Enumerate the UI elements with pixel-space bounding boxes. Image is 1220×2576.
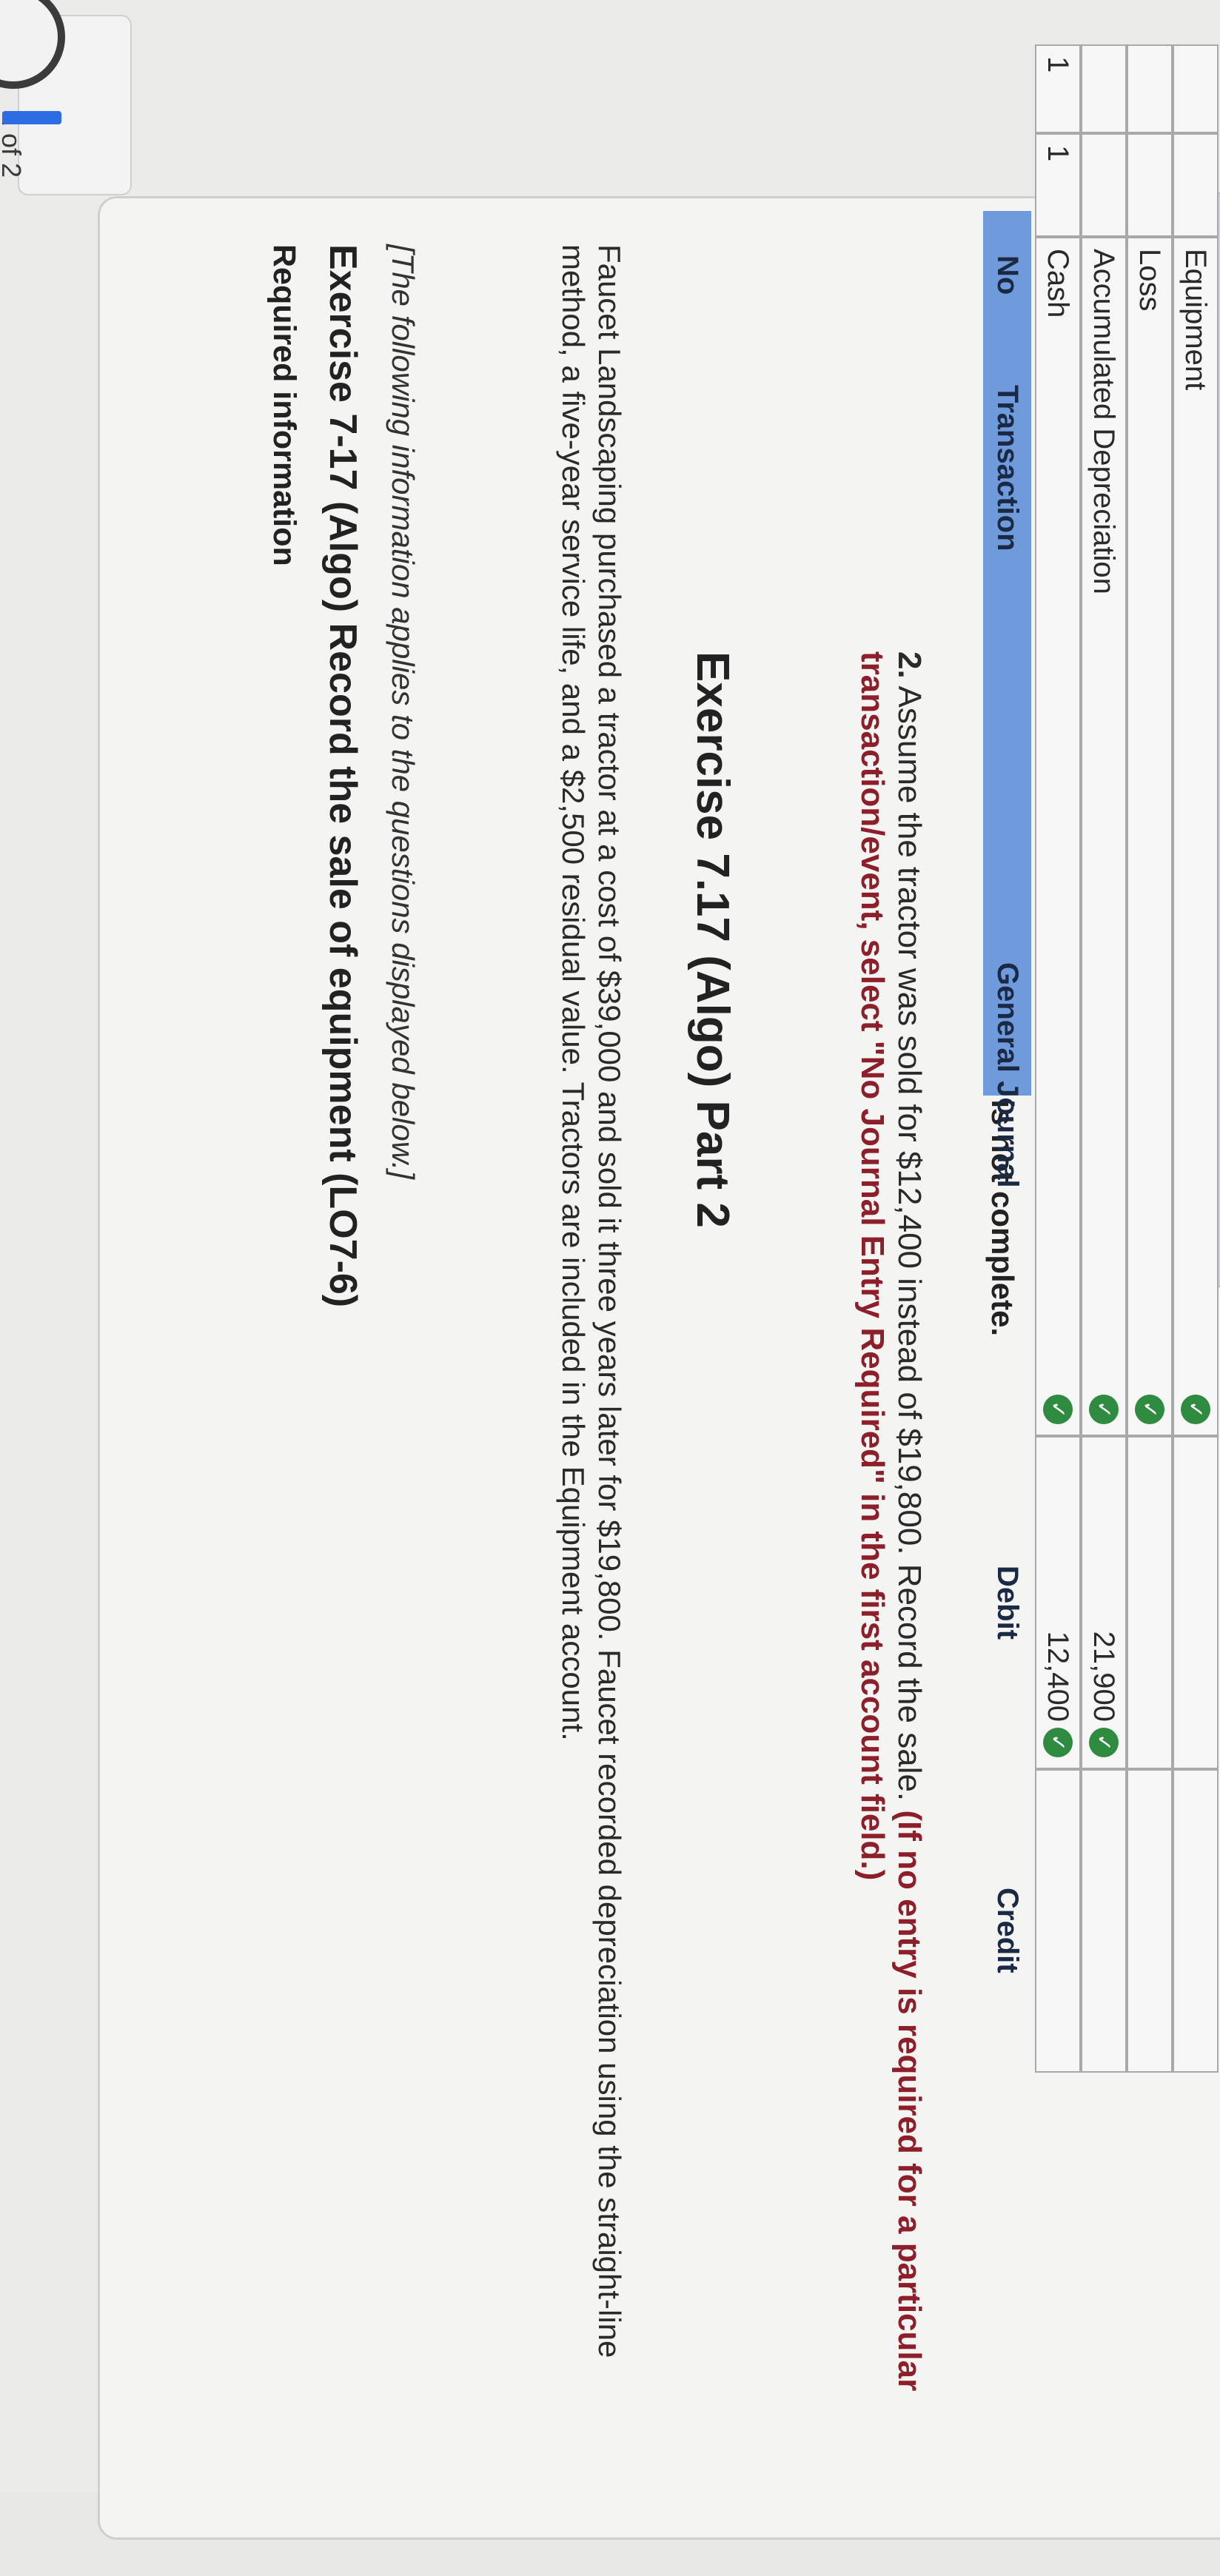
x-circle-icon: × bbox=[988, 940, 1017, 970]
answer-status: × Answer is not complete. bbox=[985, 940, 1020, 1336]
part-instructions: 2. Assume the tractor was sold for $12,4… bbox=[854, 651, 928, 2576]
pager-progress-bar bbox=[2, 111, 61, 124]
part-text: Assume the tractor was sold for $12,400 … bbox=[891, 685, 928, 1802]
journal-cell-text: 1 bbox=[1042, 145, 1075, 162]
journal-cell-text: 1 bbox=[1042, 56, 1075, 73]
exercise-title: Exercise 7-17 (Algo) Record the sale of … bbox=[321, 244, 364, 1308]
answer-status-text: Answer is not complete. bbox=[985, 979, 1020, 1337]
part-number: 2. bbox=[891, 651, 928, 679]
answer-box bbox=[1047, 192, 1220, 1287]
exercise-body: Faucet Landscaping purchased a tractor a… bbox=[556, 244, 627, 2358]
journal-cell-no bbox=[1081, 44, 1127, 133]
required-information-heading: Required information bbox=[267, 244, 302, 566]
rotated-page: 2 of 2 Required information Exercise 7-1… bbox=[0, 0, 1220, 2540]
journal-cell-no bbox=[1127, 44, 1173, 133]
journal-cell-no: 1 bbox=[1035, 44, 1081, 133]
journal-cell-no bbox=[1173, 44, 1219, 133]
exercise-note: [The following information applies to th… bbox=[386, 244, 420, 1180]
part-title: Exercise 7.17 (Algo) Part 2 bbox=[687, 651, 738, 1228]
